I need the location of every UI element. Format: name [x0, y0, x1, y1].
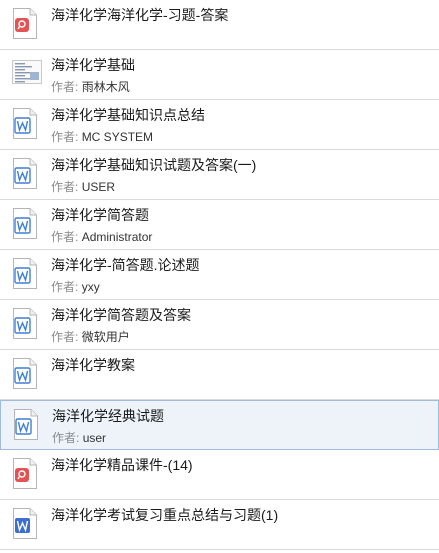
word-doc-icon — [12, 257, 38, 290]
word-doc-icon — [12, 357, 38, 390]
document-title[interactable]: 海洋化学简答题 — [51, 205, 149, 225]
author-label: 作者: — [51, 80, 79, 94]
list-item[interactable]: 海洋化学基础知识试题及答案(一) 作者: USER — [0, 150, 439, 200]
document-title[interactable]: 海洋化学-简答题.论述题 — [51, 255, 200, 275]
document-author: 作者: yxy — [51, 278, 100, 295]
document-list: 海洋化学海洋化学-习题-答案 海洋化学基础 作者: 雨林木风 海洋化学基础知识点总结作… — [0, 0, 439, 553]
author-name: USER — [81, 180, 116, 194]
document-title[interactable]: 海洋化学精品课件-(14) — [51, 455, 193, 475]
author-label: 作者: — [51, 330, 79, 344]
word-blue-icon — [12, 507, 38, 540]
list-item[interactable]: 海洋化学考试复习重点总结与习题(1) — [0, 500, 439, 550]
word-doc-icon — [12, 207, 38, 240]
list-item[interactable]: 海洋化学基础知识点总结 作者: MC SYSTEM — [0, 100, 439, 150]
word-doc-icon — [12, 107, 38, 140]
list-item[interactable]: 海洋化学教案 — [0, 350, 439, 400]
document-author: 作者: 微软用户 — [51, 328, 130, 345]
document-title[interactable]: 海洋化学考试复习重点总结与习题(1) — [51, 505, 278, 525]
document-title[interactable]: 海洋化学基础知识试题及答案(一) — [51, 155, 256, 175]
document-author: 作者: user — [52, 429, 106, 446]
list-item[interactable]: 海洋化学经典试题 作者: user — [0, 400, 439, 450]
document-title[interactable]: 海洋化学简答题及答案 — [51, 305, 191, 325]
author-name: MC SYSTEM — [81, 130, 154, 144]
author-name: 雨林木风 — [81, 80, 130, 94]
list-item[interactable]: 海洋化学-简答题.论述题 作者: yxy — [0, 250, 439, 300]
document-author: 作者: MC SYSTEM — [51, 128, 153, 145]
list-item[interactable]: 海洋化学基础 作者: 雨林木风 — [0, 50, 439, 100]
author-name: yxy — [81, 280, 100, 294]
author-label: 作者: — [51, 180, 79, 194]
word-doc-icon — [12, 307, 38, 340]
pdf-icon — [12, 457, 38, 490]
word-doc-icon — [12, 157, 38, 190]
word-doc-icon — [13, 408, 39, 441]
author-label: 作者: — [51, 130, 79, 144]
author-label: 作者: — [51, 230, 79, 244]
author-name: user — [82, 431, 107, 445]
document-title[interactable]: 海洋化学海洋化学-习题-答案 — [51, 5, 228, 25]
list-item[interactable]: 海洋化学精品课件-(14) — [0, 450, 439, 500]
document-author: 作者: 雨林木风 — [51, 78, 130, 95]
list-item[interactable]: 海洋化学海洋化学-习题-答案 — [0, 0, 439, 50]
list-item[interactable]: 海洋化学简答题及答案 作者: 微软用户 — [0, 300, 439, 350]
author-label: 作者: — [52, 431, 80, 445]
list-item[interactable]: 海洋化学简答题 作者: Administrator — [0, 200, 439, 250]
author-label: 作者: — [51, 280, 79, 294]
document-title[interactable]: 海洋化学经典试题 — [52, 406, 164, 426]
document-author: 作者: USER — [51, 178, 115, 195]
document-title[interactable]: 海洋化学教案 — [51, 355, 135, 375]
document-title[interactable]: 海洋化学基础知识点总结 — [51, 105, 205, 125]
pdf-icon — [12, 7, 38, 40]
image-thumbnail-icon — [12, 60, 42, 84]
author-name: Administrator — [81, 230, 153, 244]
document-author: 作者: Administrator — [51, 228, 152, 245]
author-name: 微软用户 — [81, 330, 130, 344]
document-title[interactable]: 海洋化学基础 — [51, 55, 135, 75]
